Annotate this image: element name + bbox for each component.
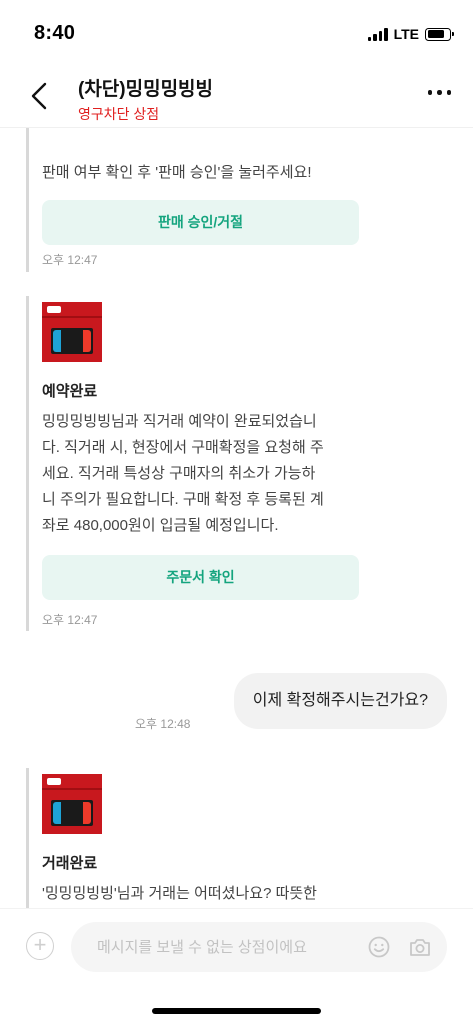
card-text: 판매 여부 확인 후 '판매 승인'을 눌러주세요!	[42, 164, 312, 181]
product-image[interactable]	[42, 774, 102, 834]
back-button[interactable]	[26, 80, 52, 112]
camera-icon[interactable]	[408, 935, 432, 959]
status-indicators: LTE	[367, 26, 454, 42]
message-input-bar: +	[0, 908, 473, 1024]
sale-approve-button[interactable]: 판매 승인/거절	[42, 200, 359, 245]
chat-title-block[interactable]: (차단)밍밍밍빙빙 영구차단 상점	[78, 74, 213, 124]
more-horizontal-icon	[427, 90, 432, 95]
shop-status: 영구차단 상점	[78, 106, 160, 122]
status-bar: 8:40 LTE	[0, 0, 473, 64]
product-image[interactable]	[42, 302, 102, 362]
system-message-card: 거래완료 '밍밍밍빙빙'님과 거래는 어떠셨나요? 따뜻한	[26, 768, 366, 908]
home-indicator	[152, 1008, 321, 1014]
card-body: '밍밍밍빙빙'님과 거래는 어떠셨나요? 따뜻한	[42, 885, 317, 902]
shop-title: (차단)밍밍밍빙빙	[78, 79, 214, 100]
card-title: 예약완료	[42, 383, 98, 400]
smile-icon[interactable]	[367, 935, 391, 959]
plus-circle-icon[interactable]: +	[26, 932, 54, 960]
view-order-button[interactable]: 주문서 확인	[42, 555, 359, 600]
chat-header: (차단)밍밍밍빙빙 영구차단 상점	[0, 64, 473, 128]
message-time: 오후 12:47	[42, 613, 98, 627]
chevron-left-icon	[31, 82, 47, 110]
network-label: LTE	[393, 26, 419, 42]
card-title: 거래완료	[42, 855, 98, 872]
more-options-button[interactable]	[427, 90, 451, 95]
message-time: 오후 12:48	[135, 717, 191, 731]
status-time: 8:40	[34, 22, 76, 44]
signal-icon	[367, 27, 388, 41]
message-time: 오후 12:47	[42, 253, 98, 267]
outgoing-message-bubble[interactable]: 이제 확정해주시는건가요?	[233, 673, 447, 729]
battery-icon	[425, 27, 454, 41]
system-message-card: 예약완료 밍밍밍빙빙님과 직거래 예약이 완료되었습니 다. 직거래 시, 현장…	[26, 296, 366, 631]
card-body: 밍밍밍빙빙님과 직거래 예약이 완료되었습니 다. 직거래 시, 현장에서 구매…	[42, 413, 324, 534]
message-list[interactable]: 판매 여부 확인 후 '판매 승인'을 눌러주세요! 판매 승인/거절 오후 1…	[0, 128, 473, 908]
